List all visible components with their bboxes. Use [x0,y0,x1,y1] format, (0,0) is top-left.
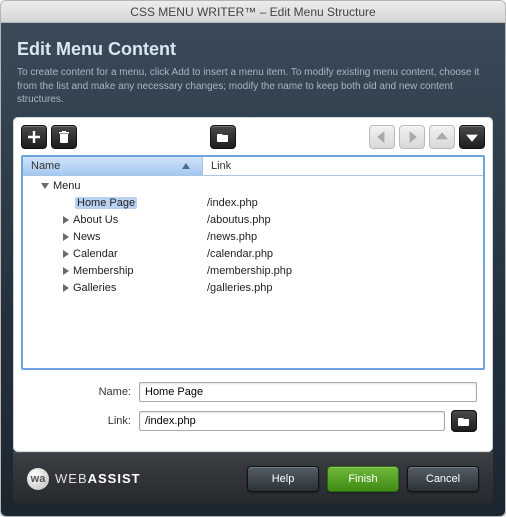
row-link-label: /calendar.php [203,248,483,260]
move-left-button [369,125,395,149]
form-area: Name: Link: [21,370,485,444]
cell-name: News [23,231,203,243]
disclosure-closed-icon[interactable] [63,267,69,275]
row-name-label: About Us [73,214,118,226]
link-label: Link: [29,415,139,427]
window-title: CSS MENU WRITER™ – Edit Menu Structure [1,1,505,23]
row-link-label: /news.php [203,231,483,243]
table-row[interactable]: About Us/aboutus.php [23,212,483,229]
add-button[interactable] [21,125,47,149]
table-row[interactable]: Calendar/calendar.php [23,246,483,263]
brand-logo: wa WEBASSIST [27,468,141,490]
table-row[interactable]: Home Page/index.php [23,195,483,212]
import-button[interactable] [210,125,236,149]
move-down-button[interactable] [459,125,485,149]
sort-ascending-icon [182,163,190,169]
table-body[interactable]: MenuHome Page/index.phpAbout Us/aboutus.… [23,176,483,369]
disclosure-closed-icon[interactable] [63,284,69,292]
toolbar [21,125,485,149]
help-button[interactable]: Help [247,466,319,492]
main-panel: Name Link MenuHome Page/index.phpAbout U… [13,117,493,453]
row-link-label: /aboutus.php [203,214,483,226]
cell-name: About Us [23,214,203,226]
cell-name: Calendar [23,248,203,260]
row-link-label: /index.php [203,197,483,209]
row-name-label: Home Page [75,197,137,209]
disclosure-closed-icon[interactable] [63,216,69,224]
finish-button[interactable]: Finish [327,466,399,492]
row-link-label: /galleries.php [203,282,483,294]
table-row[interactable]: Menu [23,178,483,195]
row-name-label: Galleries [73,282,116,294]
cell-name: Menu [23,180,203,192]
row-name-label: Membership [73,265,134,277]
brand-logo-icon: wa [27,468,49,490]
row-name-label: Calendar [73,248,118,260]
cell-name: Galleries [23,282,203,294]
dialog-window: CSS MENU WRITER™ – Edit Menu Structure E… [0,0,506,517]
name-input[interactable] [139,382,477,402]
footer-bar: wa WEBASSIST Help Finish Cancel [13,452,493,504]
menu-tree-table: Name Link MenuHome Page/index.phpAbout U… [21,155,485,371]
link-input[interactable] [139,411,445,431]
disclosure-open-icon[interactable] [41,183,49,189]
disclosure-closed-icon[interactable] [63,233,69,241]
table-row[interactable]: News/news.php [23,229,483,246]
cell-name: Home Page [23,197,203,209]
table-header: Name Link [23,157,483,176]
row-name-label: News [73,231,101,243]
table-row[interactable]: Membership/membership.php [23,263,483,280]
link-row: Link: [29,410,477,432]
brand-thin: WEB [55,471,88,486]
browse-link-button[interactable] [451,410,477,432]
brand-bold: ASSIST [88,471,141,486]
name-row: Name: [29,382,477,402]
column-link-label: Link [211,160,231,172]
brand-logo-text: WEBASSIST [55,471,141,486]
page-description: To create content for a menu, click Add … [17,66,489,107]
footer-buttons: Help Finish Cancel [247,466,479,492]
disclosure-none-icon [63,199,71,207]
row-link-label: /membership.php [203,265,483,277]
column-header-link[interactable]: Link [203,157,483,175]
page-title: Edit Menu Content [17,39,493,60]
name-label: Name: [29,386,139,398]
cell-name: Membership [23,265,203,277]
column-name-label: Name [31,160,60,172]
disclosure-closed-icon[interactable] [63,250,69,258]
content-area: Edit Menu Content To create content for … [1,23,505,516]
delete-button[interactable] [51,125,77,149]
column-header-name[interactable]: Name [23,157,203,175]
table-row[interactable]: Galleries/galleries.php [23,280,483,297]
cancel-button[interactable]: Cancel [407,466,479,492]
move-right-button [399,125,425,149]
move-up-button [429,125,455,149]
row-name-label: Menu [53,180,81,192]
